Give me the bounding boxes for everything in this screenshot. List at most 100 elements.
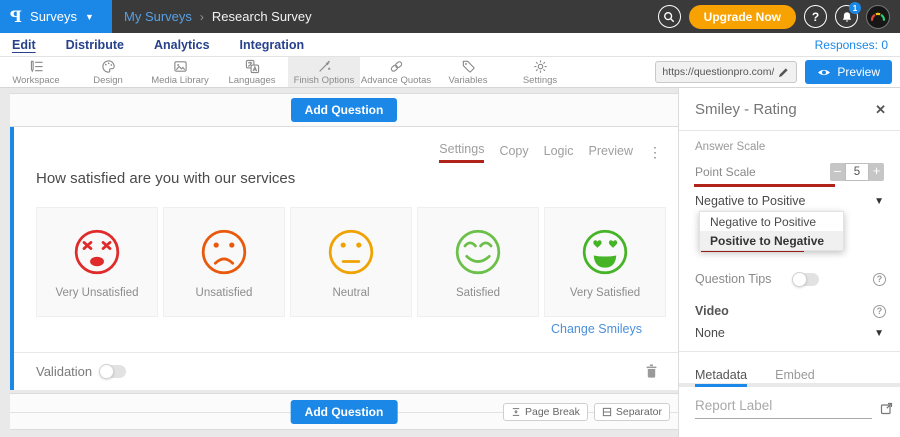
decrease-button[interactable]: – [830, 163, 845, 181]
toolbar-item-advance-quotas[interactable]: Advance Quotas [360, 57, 432, 87]
smiley-option-neutral[interactable]: Neutral [290, 207, 412, 317]
questionpro-logo-icon: P [10, 7, 22, 26]
chevron-down-icon: ▼ [874, 328, 884, 339]
survey-url-input[interactable] [662, 66, 774, 78]
insert-controls: Page Break Separator [503, 403, 670, 421]
toolbar-item-variables[interactable]: Variables [432, 57, 504, 87]
toolbar-item-design[interactable]: Design [72, 57, 144, 87]
responses-count[interactable]: Responses: 0 [815, 38, 888, 52]
dropdown-option-negative-to-positive[interactable]: Negative to Positive [700, 212, 843, 231]
scale-direction-select[interactable]: Negative to Positive ▼ [695, 194, 884, 208]
breadcrumb: My Surveys › Research Survey [124, 9, 312, 24]
chevron-down-icon: ▼ [874, 196, 884, 207]
media-library-icon [173, 59, 188, 74]
delete-question-button[interactable] [645, 364, 658, 378]
very-satisfied-smiley-icon [579, 226, 631, 278]
question-card-tabs: Settings Copy Logic Preview ⋮ [439, 142, 662, 163]
dropdown-option-positive-to-negative[interactable]: Positive to Negative [700, 231, 843, 250]
edit-pencil-icon[interactable] [778, 67, 789, 78]
design-palette-icon [101, 59, 116, 74]
breadcrumb-chevron-icon: › [200, 10, 204, 24]
chevron-down-icon: ▼ [85, 12, 94, 22]
advance-quotas-link-icon [389, 59, 404, 74]
product-menu[interactable]: P Surveys ▼ [0, 0, 112, 33]
upgrade-now-button[interactable]: Upgrade Now [689, 5, 796, 29]
finish-options-wand-icon [317, 59, 332, 74]
separator-button[interactable]: Separator [594, 403, 670, 421]
settings-gear-icon [533, 59, 548, 74]
add-question-strip-bottom: Add Question Page Break Separator [10, 393, 678, 430]
survey-nav: Edit Distribute Analytics Integration Re… [0, 33, 900, 57]
panel-title: Smiley - Rating [695, 101, 797, 118]
page-break-button[interactable]: Page Break [503, 403, 588, 421]
question-tips-toggle[interactable] [793, 273, 819, 286]
survey-url-field[interactable] [655, 61, 797, 83]
toolbar-item-media-library[interactable]: Media Library [144, 57, 216, 87]
nav-tab-distribute[interactable]: Distribute [66, 38, 124, 52]
question-tips-label: Question Tips [695, 272, 771, 286]
nav-tab-integration[interactable]: Integration [240, 38, 305, 52]
smiley-option-unsatisfied[interactable]: Unsatisfied [163, 207, 285, 317]
question-tab-logic[interactable]: Logic [544, 144, 574, 162]
panel-divider [679, 351, 900, 352]
languages-icon [245, 59, 260, 74]
question-card: Settings Copy Logic Preview ⋮ How satisf… [10, 127, 678, 390]
eye-icon [817, 67, 831, 78]
toolbar-item-finish-options[interactable]: Finish Options [288, 57, 360, 87]
close-panel-icon[interactable]: ✕ [875, 102, 886, 118]
add-question-button-top[interactable]: Add Question [291, 98, 398, 122]
increase-button[interactable]: + [869, 163, 884, 181]
question-title[interactable]: How satisfied are you with our services [36, 170, 295, 187]
question-tab-preview[interactable]: Preview [589, 144, 633, 162]
validation-label: Validation [36, 364, 92, 379]
question-tips-help-icon[interactable]: ? [873, 273, 886, 286]
survey-url-zone: Preview [655, 57, 900, 87]
toolbar-item-settings[interactable]: Settings [504, 57, 576, 87]
video-select[interactable]: None ▼ [695, 326, 884, 340]
smiley-option-very-unsatisfied[interactable]: Very Unsatisfied [36, 207, 158, 317]
annotation-underline-point-scale [694, 184, 835, 187]
question-tab-settings[interactable]: Settings [439, 142, 484, 163]
add-question-strip-top: Add Question [10, 93, 678, 127]
notifications-button[interactable]: 1 [835, 5, 858, 28]
top-bar-actions: Upgrade Now ? 1 [658, 5, 900, 29]
point-scale-value[interactable]: 5 [845, 163, 869, 181]
answer-scale-label: Answer Scale [695, 141, 765, 153]
breadcrumb-my-surveys[interactable]: My Surveys [124, 9, 192, 24]
nav-tab-edit[interactable]: Edit [12, 38, 36, 52]
breadcrumb-current: Research Survey [212, 9, 312, 24]
very-unsatisfied-smiley-icon [71, 226, 123, 278]
scale-direction-dropdown: Negative to Positive Positive to Negativ… [699, 211, 844, 251]
video-help-icon[interactable]: ? [873, 305, 886, 318]
variables-tag-icon [461, 59, 476, 74]
survey-canvas: Add Question Settings Copy Logic Preview… [0, 88, 678, 437]
panel-divider [679, 130, 900, 131]
smiley-option-very-satisfied[interactable]: Very Satisfied [544, 207, 666, 317]
report-label-row [695, 396, 888, 419]
question-settings-panel: Smiley - Rating ✕ Answer Scale Point Sca… [678, 88, 900, 437]
toolbar-item-languages[interactable]: Languages [216, 57, 288, 87]
satisfied-smiley-icon [452, 226, 504, 278]
nav-tab-analytics[interactable]: Analytics [154, 38, 210, 52]
add-question-button-bottom[interactable]: Add Question [291, 400, 398, 424]
preview-button[interactable]: Preview [805, 60, 892, 84]
smiley-option-satisfied[interactable]: Satisfied [417, 207, 539, 317]
tab-embed[interactable]: Embed [775, 360, 815, 383]
change-smileys-link[interactable]: Change Smileys [551, 322, 642, 336]
question-tab-copy[interactable]: Copy [499, 144, 528, 162]
open-editor-icon[interactable] [880, 402, 893, 419]
validation-row: Validation [14, 352, 678, 390]
point-scale-row: Point Scale – 5 + [695, 162, 884, 182]
question-tips-row: Question Tips ? [695, 272, 886, 286]
avatar[interactable] [866, 5, 890, 29]
search-button[interactable] [658, 5, 681, 28]
report-label-input[interactable] [695, 396, 872, 419]
help-button[interactable]: ? [804, 5, 827, 28]
validation-toggle[interactable] [100, 365, 126, 378]
tab-metadata[interactable]: Metadata [695, 360, 747, 387]
separator-icon [602, 407, 612, 417]
question-more-menu-icon[interactable]: ⋮ [648, 144, 662, 161]
toolbar-item-workspace[interactable]: Workspace [0, 57, 72, 87]
unsatisfied-smiley-icon [198, 226, 250, 278]
neutral-smiley-icon [325, 226, 377, 278]
